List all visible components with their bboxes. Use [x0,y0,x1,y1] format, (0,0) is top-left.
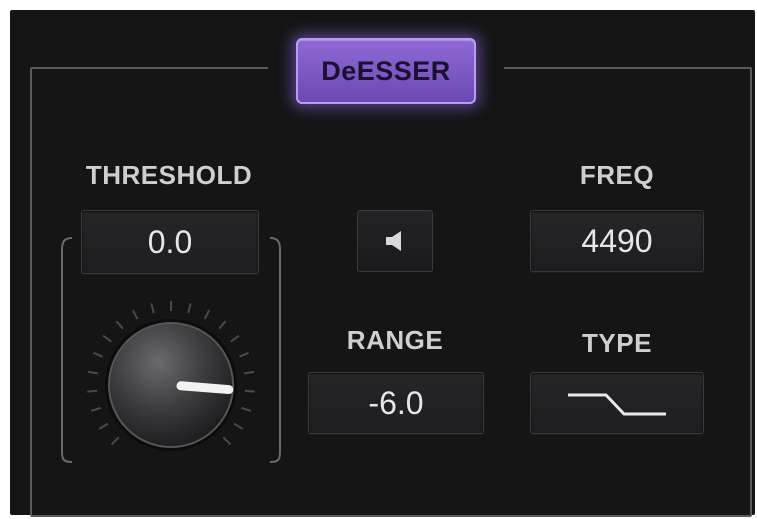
knob-tick [230,334,240,343]
range-value: -6.0 [368,384,424,421]
knob-tick [233,422,244,430]
knob-tick [238,351,249,358]
knob-tick [98,422,109,430]
knob-tick [87,389,98,393]
knob-tick [90,406,101,412]
knob-tick [131,309,139,320]
listen-button[interactable] [357,210,433,272]
knob-tick [110,436,120,446]
speaker-icon [386,231,401,251]
knob-tick [87,370,99,375]
freq-value: 4490 [581,222,653,259]
knob-tick [102,334,112,343]
freq-label: FREQ [579,160,655,190]
knob-tick [218,320,227,330]
range-label: RANGE [346,325,444,355]
type-label: TYPE [582,328,652,358]
deesser-toggle-button[interactable]: DeESSER [296,38,476,104]
threshold-label: THRESHOLD [85,160,253,190]
knob-tick [187,303,192,314]
knob-tick [243,370,255,375]
type-selector[interactable] [530,372,704,434]
knob-tick [93,351,104,358]
knob-pointer [176,381,234,395]
knob-tick [115,320,124,330]
threshold-knob[interactable] [78,292,264,478]
knob-tick [241,406,252,412]
knob-tick [244,389,255,393]
freq-value-field[interactable]: 4490 [530,210,704,272]
highpass-shelf-icon [568,393,666,416]
knob-tick [203,309,211,320]
threshold-knob-graphic [87,301,255,451]
range-value-field[interactable]: -6.0 [308,372,484,434]
knob-tick [150,303,155,314]
deesser-button-label: DeESSER [321,55,451,86]
knob-tick [222,436,232,446]
